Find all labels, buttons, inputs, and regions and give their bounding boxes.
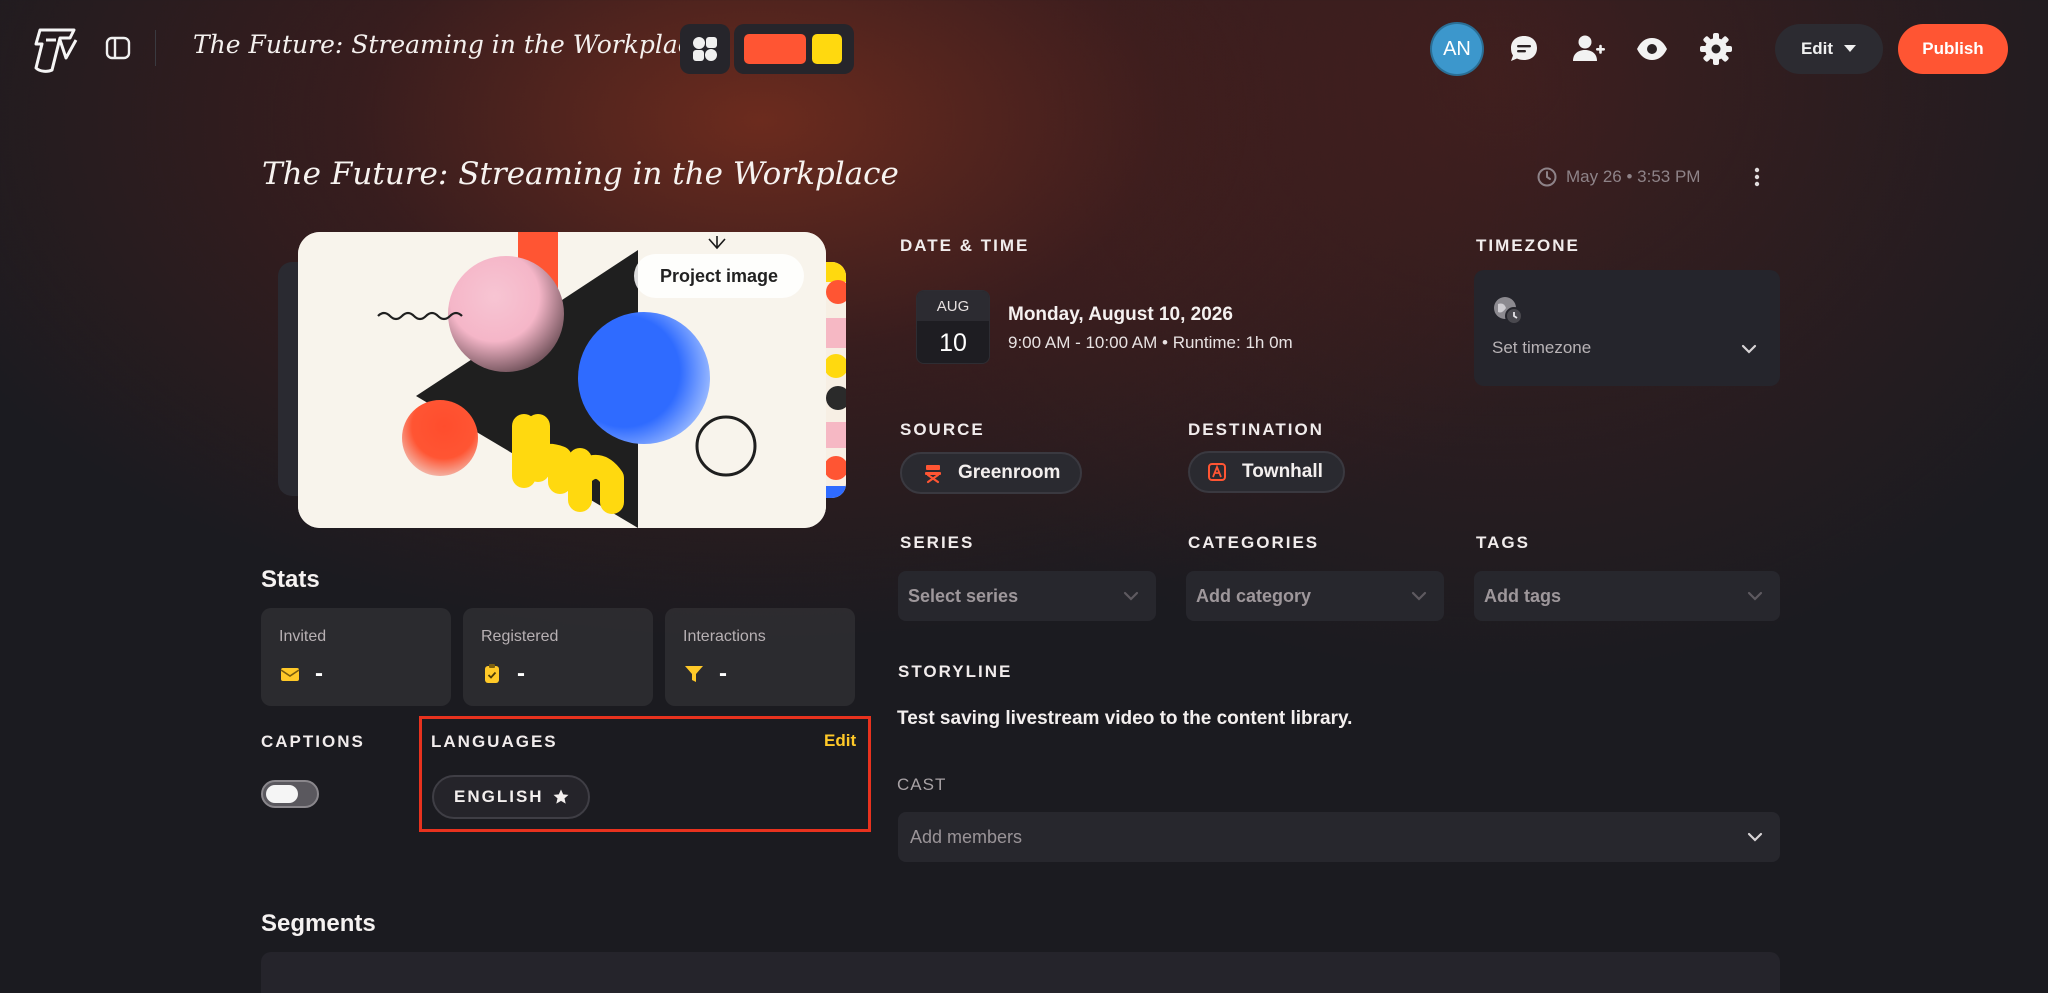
- stat-card-invited: Invited -: [261, 608, 451, 706]
- chat-icon[interactable]: [1506, 31, 1542, 67]
- edit-mode-button[interactable]: Edit: [1775, 24, 1883, 74]
- destination-value: Townhall: [1242, 461, 1323, 482]
- segments-heading: Segments: [261, 910, 376, 937]
- stat-label: Invited: [279, 628, 327, 645]
- tags-label: TAGS: [1476, 533, 1530, 552]
- source-chip[interactable]: Greenroom: [900, 452, 1083, 494]
- shapes-icon: [693, 37, 717, 61]
- page-title[interactable]: The Future: Streaming in the Workplace: [262, 156, 899, 192]
- series-label: SERIES: [900, 533, 975, 552]
- source-value: Greenroom: [958, 462, 1061, 483]
- language-label: ENGLISH: [454, 787, 544, 806]
- event-time: 9:00 AM - 10:00 AM • Runtime: 1h 0m: [1008, 333, 1293, 352]
- sidebar-toggle-icon[interactable]: [104, 34, 132, 62]
- clipboard-check-icon: [485, 664, 499, 683]
- envelope-icon: [280, 668, 300, 681]
- cast-select[interactable]: Add members: [898, 812, 1780, 862]
- event-date[interactable]: Monday, August 10, 2026: [1008, 304, 1233, 326]
- primary-color-swatch: [744, 34, 806, 64]
- languages-edit-button[interactable]: Edit: [824, 731, 856, 751]
- chevron-down-icon: [1747, 832, 1763, 842]
- calendar-day: 10: [939, 328, 967, 357]
- secondary-color-swatch: [812, 34, 842, 64]
- destination-chip[interactable]: Townhall: [1188, 451, 1345, 493]
- destination-label: DESTINATION: [1188, 420, 1324, 439]
- stat-label: Registered: [481, 628, 559, 645]
- category-placeholder: Add category: [1196, 585, 1312, 606]
- caret-down-icon: [1844, 45, 1857, 52]
- cast-label: CAST: [897, 775, 947, 794]
- calendar-month: AUG: [917, 291, 989, 321]
- globe-clock-icon: [1492, 294, 1524, 326]
- user-avatar[interactable]: AN: [1432, 24, 1482, 74]
- edit-mode-label: Edit: [1800, 39, 1834, 58]
- captions-toggle[interactable]: [261, 780, 319, 808]
- segments-panel: [261, 952, 1780, 993]
- timezone-label: TIMEZONE: [1476, 236, 1580, 255]
- add-user-icon[interactable]: [1570, 31, 1606, 67]
- preview-eye-icon[interactable]: [1634, 31, 1670, 67]
- categories-label: CATEGORIES: [1188, 533, 1320, 552]
- chevron-down-icon: [1740, 340, 1758, 358]
- chevron-down-icon: [1411, 591, 1427, 601]
- chevron-down-icon: [1747, 591, 1763, 601]
- tags-select[interactable]: Add tags: [1474, 571, 1780, 621]
- datetime-label: DATE & TIME: [900, 236, 1030, 255]
- stat-value: -: [517, 660, 525, 687]
- clock-icon: [1537, 167, 1557, 187]
- theme-layout-button[interactable]: [680, 24, 730, 74]
- languages-label: LANGUAGES: [431, 732, 558, 751]
- stat-card-registered: Registered -: [463, 608, 653, 706]
- series-select[interactable]: Select series: [898, 571, 1156, 621]
- director-chair-icon: [925, 465, 941, 484]
- app-logo[interactable]: [30, 24, 82, 76]
- more-options-icon[interactable]: [1746, 164, 1768, 190]
- timezone-select[interactable]: [1474, 270, 1780, 386]
- last-updated: May 26 • 3:53 PM: [1536, 166, 1700, 188]
- storyline-label: STORYLINE: [898, 662, 1013, 681]
- toggle-knob: [266, 785, 298, 803]
- stat-value: -: [315, 660, 323, 687]
- calendar-badge[interactable]: AUG 10: [916, 290, 990, 364]
- tags-placeholder: Add tags: [1484, 585, 1562, 606]
- last-updated-text: May 26 • 3:53 PM: [1566, 167, 1701, 186]
- storyline-text[interactable]: Test saving livestream video to the cont…: [897, 708, 1352, 730]
- stat-card-interactions: Interactions -: [665, 608, 855, 706]
- header-project-title: The Future: Streaming in the Workplace: [193, 30, 707, 59]
- settings-gear-icon[interactable]: [1698, 31, 1734, 67]
- category-select[interactable]: Add category: [1186, 571, 1444, 621]
- header-divider: [155, 30, 156, 66]
- brand-palette-button[interactable]: [734, 24, 854, 74]
- project-image-label[interactable]: Project image: [634, 254, 804, 298]
- stats-heading: Stats: [261, 566, 320, 593]
- funnel-icon: [685, 666, 703, 682]
- language-chip-english[interactable]: ENGLISH: [432, 775, 590, 819]
- publish-button[interactable]: Publish: [1898, 24, 2008, 74]
- star-icon: [553, 789, 569, 804]
- stat-label: Interactions: [683, 628, 766, 645]
- captions-label: CAPTIONS: [261, 732, 365, 751]
- source-label: SOURCE: [900, 420, 985, 439]
- chevron-down-icon: [1123, 591, 1139, 601]
- townhall-logo-icon: [1208, 463, 1226, 481]
- series-placeholder: Select series: [908, 585, 1019, 606]
- timezone-placeholder: Set timezone: [1492, 338, 1592, 357]
- stat-value: -: [719, 660, 727, 687]
- cast-placeholder: Add members: [910, 826, 1023, 847]
- download-arrow-icon: [706, 236, 728, 252]
